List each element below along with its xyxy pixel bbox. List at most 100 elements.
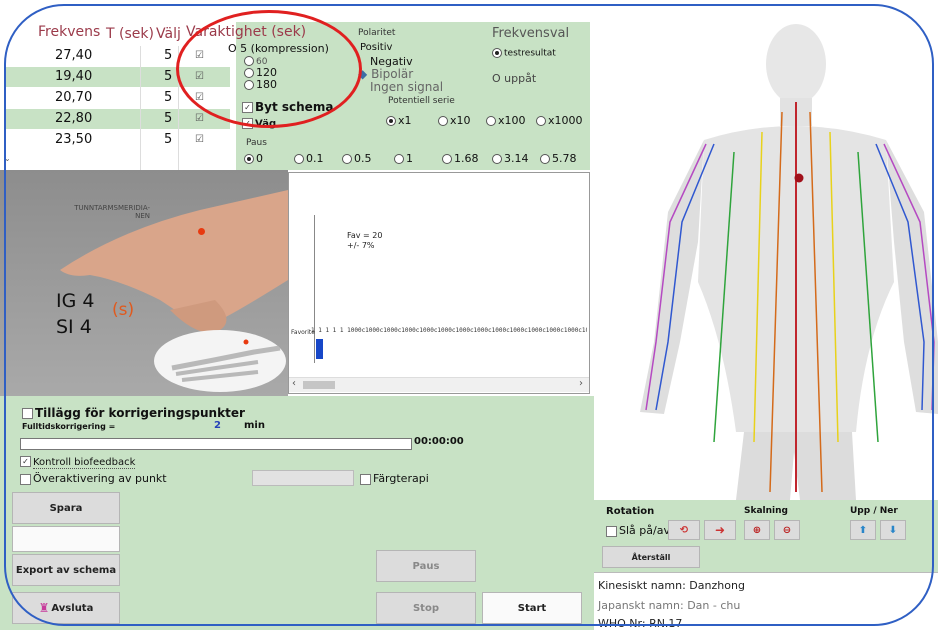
move-down-button[interactable]: ⬇ — [880, 520, 906, 540]
meridian-label: TUNNTARMSMERIDIA- NEN — [74, 204, 150, 220]
freq-cell: 23,50 — [55, 132, 93, 147]
paus-0[interactable]: 0 — [244, 152, 263, 165]
fargterapi-checkbox[interactable]: Färgterapi — [360, 472, 429, 485]
tillagg-checkbox[interactable]: Tillägg för korrigeringspunkter — [22, 406, 245, 420]
color-field[interactable] — [252, 470, 354, 486]
paus-1.68[interactable]: 1.68 — [442, 152, 479, 165]
paus-button[interactable]: Paus — [376, 550, 476, 582]
arrow-right-icon: ➜ — [714, 523, 726, 537]
avsluta-button[interactable]: ♜ Avsluta — [12, 592, 120, 624]
polarity-option-label: Ingen signal — [370, 80, 444, 94]
point-info-panel: Kinesiskt namn: Danzhong Japanskt namn: … — [594, 572, 938, 631]
move-up-button[interactable]: ⬆ — [850, 520, 876, 540]
scroll-thumb[interactable] — [303, 381, 335, 389]
scroll-right-icon[interactable]: › — [579, 378, 583, 389]
freqval-option-label: testresultat — [504, 48, 556, 59]
freq-cell: 27,40 — [55, 48, 93, 63]
select-checkbox[interactable]: ☑ — [195, 113, 204, 124]
aterstall-button[interactable]: Återställ — [602, 546, 700, 568]
potential-x100[interactable]: x100 — [486, 114, 526, 127]
potential-title: Potentiell serie — [388, 96, 455, 106]
freqval-option-label: O uppåt — [492, 72, 537, 85]
zoom-out-button[interactable]: ⊖ — [774, 520, 800, 540]
control-panel: Tillägg för korrigeringspunkter Fulltids… — [0, 396, 594, 630]
chinese-name: Kinesiskt namn: Danzhong — [598, 579, 745, 592]
rotate-left-icon: ⟲ — [679, 524, 689, 536]
polarity-option-label: Positiv — [360, 42, 393, 53]
select-checkbox[interactable]: ☑ — [195, 134, 204, 145]
paus-option-label: 5.78 — [552, 152, 577, 165]
header-t-sek: T (sek) — [106, 26, 154, 42]
graph-hscrollbar[interactable]: ‹ › — [289, 377, 589, 392]
rotation-panel: Rotation Slå på/av ⟲ ➜ Skalning ⊕ ⊖ Upp … — [594, 500, 938, 572]
overaktivering-checkbox[interactable]: Överaktivering av punkt — [20, 472, 167, 485]
potential-option-label: x1 — [398, 114, 412, 127]
freqval-testresultat[interactable]: testresultat — [492, 48, 556, 59]
paus-option-label: 0.5 — [354, 152, 372, 165]
spara-button[interactable]: Spara — [12, 492, 120, 524]
hand-image: TUNNTARMSMERIDIA- NEN IG 4 SI 4 (s) — [0, 170, 288, 396]
japanese-name: Japanskt namn: Dan - chu — [598, 599, 741, 612]
graph-axis-text: 1 1 1 1 1 1000c1000c1000c1000c1000c1000c… — [311, 327, 587, 334]
body-model-view[interactable] — [594, 22, 938, 500]
paus-3.14[interactable]: 3.14 — [492, 152, 529, 165]
body-model-illustration — [640, 24, 938, 500]
potential-x10[interactable]: x10 — [438, 114, 471, 127]
t-cell: 5 — [164, 90, 173, 105]
paus-option-label: 3.14 — [504, 152, 529, 165]
fulltid-value: 2 — [214, 420, 221, 431]
upp-ner-title: Upp / Ner — [850, 506, 898, 516]
overaktivering-label: Överaktivering av punkt — [33, 472, 167, 485]
zoom-in-icon: ⊕ — [752, 524, 762, 536]
scroll-left-icon[interactable]: ‹ — [292, 378, 296, 389]
graph-fav-label: Fav = 20 — [347, 231, 383, 240]
paus-0.1[interactable]: 0.1 — [294, 152, 324, 165]
annotation-ellipse — [176, 10, 362, 128]
export-button[interactable]: Export av schema — [12, 554, 120, 586]
avsluta-label: Avsluta — [51, 602, 94, 614]
rotate-left-button[interactable]: ⟲ — [668, 520, 700, 540]
fulltid-label: Fulltidskorrigering = — [22, 422, 116, 431]
polarity-title: Polaritet — [358, 28, 396, 38]
freq-cell: 19,40 — [55, 69, 93, 84]
tillagg-label: Tillägg för korrigeringspunkter — [35, 406, 245, 420]
arrow-down-icon: ⬇ — [888, 524, 898, 536]
t-cell: 5 — [164, 111, 173, 126]
paus-option-label: 0.1 — [306, 152, 324, 165]
freqval-uppat[interactable]: O uppåt — [492, 72, 536, 85]
kontroll-checkbox[interactable]: ✓ Kontroll biofeedback — [20, 456, 136, 469]
freqval-title: Frekvensval — [492, 26, 570, 41]
point-label-ig4: IG 4 — [56, 290, 95, 312]
potential-x1[interactable]: x1 — [386, 114, 412, 127]
kontroll-label: Kontroll biofeedback — [33, 456, 136, 469]
point-mark-s: (s) — [112, 300, 135, 320]
stop-button[interactable]: Stop — [376, 592, 476, 624]
paus-0.5[interactable]: 0.5 — [342, 152, 372, 165]
fulltid-unit: min — [244, 420, 265, 431]
table-row[interactable]: 23,50 5 ☑ — [5, 130, 230, 150]
table-grid-lines — [140, 46, 141, 170]
polarity-positive[interactable]: Positiv — [360, 42, 392, 53]
blank-button[interactable] — [12, 526, 120, 552]
sla-label: Slå på/av — [619, 524, 670, 537]
polarity-bipolar[interactable]: ◆ Bipolär — [358, 67, 413, 81]
sla-pa-av-checkbox[interactable]: Slå på/av — [606, 524, 670, 537]
zoom-out-icon: ⊖ — [782, 524, 792, 536]
paus-1[interactable]: 1 — [394, 152, 413, 165]
rotate-right-button[interactable]: ➜ — [704, 520, 736, 540]
start-button[interactable]: Start — [482, 592, 582, 624]
potential-option-label: x10 — [450, 114, 471, 127]
avsluta-icon: ♜ — [38, 601, 50, 615]
who-number: WHO Nr: RN.17 — [598, 617, 683, 630]
potential-x1000[interactable]: x1000 — [536, 114, 583, 127]
paus-5.78[interactable]: 5.78 — [540, 152, 577, 165]
paus-option-label: 0 — [256, 152, 263, 165]
graph-y-axis — [314, 215, 315, 363]
arrow-up-icon: ⬆ — [858, 524, 868, 536]
table-row[interactable]: 22,80 5 ☑ — [5, 109, 230, 129]
polarity-none[interactable]: Ingen signal — [370, 80, 443, 94]
header-frequency: Frekvens — [38, 24, 101, 40]
zoom-in-button[interactable]: ⊕ — [744, 520, 770, 540]
table-scroll-down-icon[interactable]: ⌄ — [4, 154, 11, 163]
polarity-option-label: Bipolär — [371, 67, 414, 81]
